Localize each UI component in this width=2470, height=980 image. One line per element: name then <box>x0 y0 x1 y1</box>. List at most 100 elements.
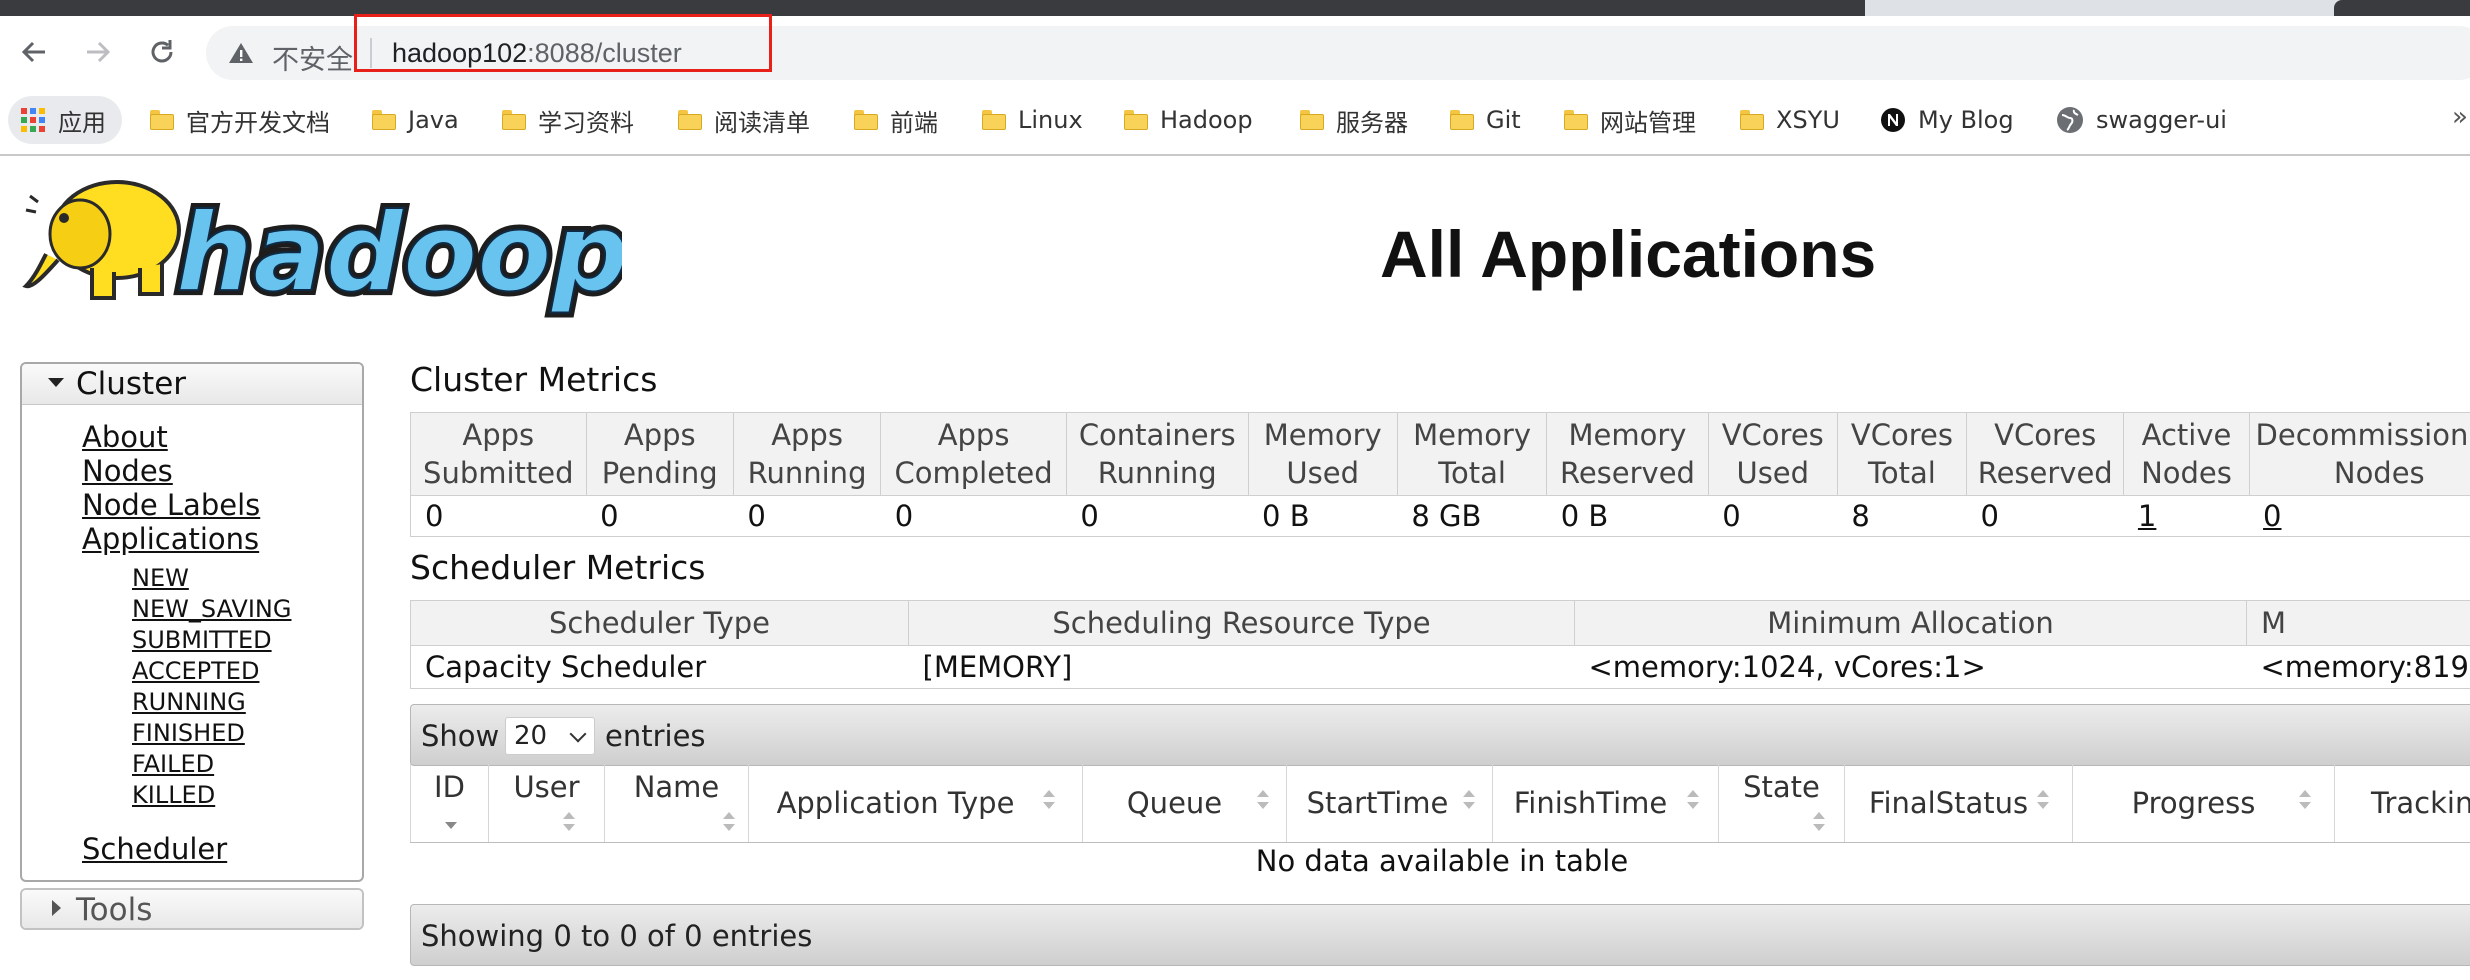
sidebar-tools-panel[interactable]: Tools <box>20 888 364 930</box>
sort-icon <box>1043 790 1055 810</box>
column-header-tracking[interactable]: Trackin <box>2334 764 2470 843</box>
bookmarks-bar: 应用 官方开发文档 Java 学习资料 阅读清单 前端 Linux Hadoop… <box>0 88 2470 156</box>
column-label: Name <box>633 770 720 804</box>
bookmark-folder[interactable]: Git <box>1450 102 1521 138</box>
bookmarks-overflow-button[interactable]: » <box>2452 102 2468 132</box>
metric-apps-pending: 0 <box>586 495 734 537</box>
metric-header: Containers Running <box>1065 412 1249 496</box>
sort-icon <box>1813 812 1825 832</box>
scheduling-resource-type: [MEMORY] <box>908 645 1575 689</box>
column-header-name[interactable]: Name <box>604 764 749 843</box>
bookmark-label: My Blog <box>1918 106 2014 134</box>
column-header-id[interactable]: ID <box>410 764 489 843</box>
bookmark-folder[interactable]: 阅读清单 <box>678 102 810 138</box>
column-label: Application Type <box>776 786 1015 820</box>
logo-wordmark: hadoop <box>176 191 622 316</box>
metrics-header-row: Apps Submitted Apps Pending Apps Running Ap… <box>410 412 2470 496</box>
scheduler-header-row: Scheduler Type Scheduling Resource Type … <box>410 600 2470 646</box>
bookmark-folder[interactable]: 网站管理 <box>1564 102 1696 138</box>
sidebar-state-new-saving[interactable]: NEW_SAVING <box>132 595 291 623</box>
sidebar-state-submitted[interactable]: SUBMITTED <box>132 626 272 654</box>
bookmark-apps[interactable]: 应用 <box>20 102 106 138</box>
sidebar-state-failed[interactable]: FAILED <box>132 750 214 778</box>
bookmark-my-blog[interactable]: My Blog <box>1880 102 2014 138</box>
column-header-finalstatus[interactable]: FinalStatus <box>1844 764 2073 843</box>
bookmark-folder[interactable]: 前端 <box>854 102 938 138</box>
sidebar-link-nodes[interactable]: Nodes <box>82 454 173 488</box>
column-label: FinalStatus <box>1868 786 2029 820</box>
column-header-progress[interactable]: Progress <box>2072 764 2335 843</box>
metric-header: Apps Pending <box>585 412 734 496</box>
bookmark-label: 服务器 <box>1336 108 1408 137</box>
minimum-allocation: <memory:1024, vCores:1> <box>1574 645 2247 689</box>
column-header-starttime[interactable]: StartTime <box>1286 764 1493 843</box>
metric-header: VCores Used <box>1707 412 1838 496</box>
bookmark-folder[interactable]: 官方开发文档 <box>150 102 330 138</box>
notion-n-icon <box>1881 108 1905 132</box>
browser-tab[interactable] <box>2334 0 2470 16</box>
hadoop-logo: hadoop hadoop <box>22 168 634 322</box>
sidebar-cluster-header[interactable]: Cluster <box>22 364 362 405</box>
warning-icon <box>229 43 253 63</box>
active-nodes-link[interactable]: 1 <box>2138 499 2156 533</box>
folder-icon <box>1124 110 1148 130</box>
browser-tab[interactable] <box>0 0 1865 16</box>
metrics-value-row: 0 0 0 0 0 0 B 8 GB 0 B 0 8 0 1 0 <box>410 495 2470 537</box>
column-label: StartTime <box>1306 786 1449 820</box>
sidebar-link-node-labels[interactable]: Node Labels <box>82 488 260 522</box>
not-secure-label[interactable]: 不安全 <box>272 38 353 77</box>
bookmark-label: Git <box>1486 106 1521 134</box>
sidebar-state-finished[interactable]: FINISHED <box>132 719 245 747</box>
reload-button[interactable] <box>142 32 182 72</box>
bookmark-label: Java <box>408 106 459 134</box>
column-header-state[interactable]: State <box>1718 764 1845 843</box>
sort-icon <box>1463 790 1475 810</box>
sidebar-link-about[interactable]: About <box>82 420 168 454</box>
chevron-down-icon <box>569 725 587 743</box>
scheduler-header: Scheduling Resource Type <box>908 600 1575 646</box>
sidebar-state-accepted[interactable]: ACCEPTED <box>132 657 259 685</box>
column-header-finishtime[interactable]: FinishTime <box>1492 764 1719 843</box>
sort-icon <box>563 812 575 832</box>
bookmark-swagger-ui[interactable]: swagger-ui <box>2056 102 2227 138</box>
bookmark-folder[interactable]: XSYU <box>1740 102 1840 138</box>
apps-grid-icon <box>21 108 45 132</box>
sidebar-tools-title: Tools <box>76 892 153 928</box>
metric-apps-completed: 0 <box>880 495 1067 537</box>
sidebar-state-killed[interactable]: KILLED <box>132 781 215 809</box>
reload-icon <box>151 40 173 63</box>
sidebar-link-scheduler[interactable]: Scheduler <box>82 832 227 866</box>
sidebar-cluster-panel: Cluster About Nodes Node Labels Applicat… <box>20 362 364 882</box>
sidebar-link-applications[interactable]: Applications <box>82 522 259 556</box>
forward-button[interactable] <box>78 32 118 72</box>
metric-header: VCores Reserved <box>1965 412 2125 496</box>
sidebar-cluster-title: Cluster <box>76 366 187 402</box>
bookmark-folder[interactable]: Linux <box>982 102 1083 138</box>
bookmark-folder[interactable]: Java <box>372 102 459 138</box>
bookmark-folder[interactable]: 服务器 <box>1300 102 1408 138</box>
sidebar-tools-header[interactable]: Tools <box>22 890 362 928</box>
column-header-application-type[interactable]: Application Type <box>748 764 1083 843</box>
column-header-queue[interactable]: Queue <box>1082 764 1287 843</box>
metric-header: Memory Reserved <box>1546 412 1709 496</box>
page-size-select[interactable]: 20 <box>505 717 595 755</box>
url-highlight-box <box>354 14 772 72</box>
bookmark-folder[interactable]: Hadoop <box>1124 102 1253 138</box>
folder-icon <box>1450 110 1474 130</box>
decommissioned-nodes-link[interactable]: 0 <box>2263 499 2281 533</box>
show-label: Show <box>421 719 500 753</box>
sidebar-state-running[interactable]: RUNNING <box>132 688 246 716</box>
empty-table-message: No data available in table <box>1255 844 1629 878</box>
column-header-user[interactable]: User <box>488 764 605 843</box>
back-button[interactable] <box>14 32 54 72</box>
sidebar-state-new[interactable]: NEW <box>132 564 189 592</box>
sort-icon <box>723 812 735 832</box>
metric-header: DecommissionedNodes <box>2248 412 2470 496</box>
applications-table: ID User Name Application Type Queue Star… <box>410 764 2470 843</box>
column-label: FinishTime <box>1513 786 1668 820</box>
metric-apps-running: 0 <box>733 495 881 537</box>
metric-vcores-reserved: 0 <box>1966 495 2124 537</box>
scheduler-header: Scheduler Type <box>410 600 909 646</box>
bookmark-folder[interactable]: 学习资料 <box>502 102 634 138</box>
scheduler-type: Capacity Scheduler <box>410 645 909 689</box>
